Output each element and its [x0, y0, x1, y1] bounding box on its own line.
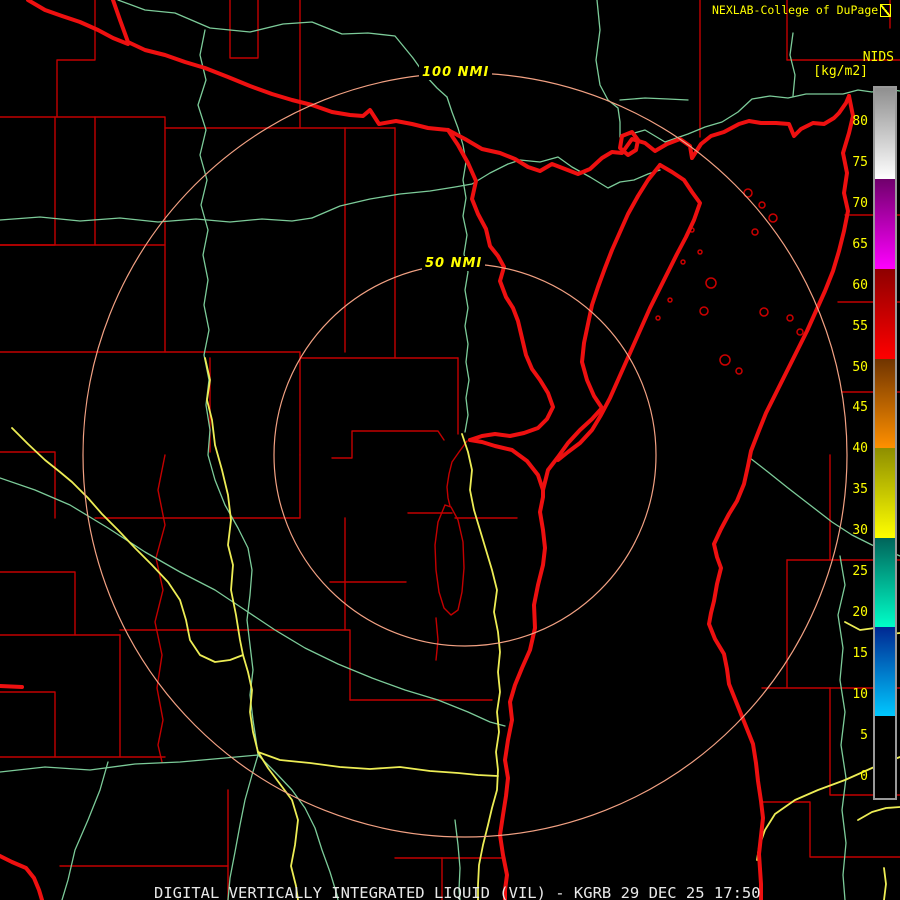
islands-island	[751, 228, 759, 236]
county-borders	[331, 430, 445, 459]
colorbar-tick-label: 45	[852, 400, 868, 416]
colorbar-units: [kg/m2]	[813, 64, 868, 79]
colorbar-segment	[875, 448, 895, 538]
roads-secondary	[595, 0, 621, 138]
county-borders	[0, 571, 76, 636]
islands-island	[699, 306, 709, 316]
islands-island	[768, 213, 778, 223]
range-ring	[82, 72, 848, 838]
islands-island	[719, 354, 731, 366]
colorbar-segment	[875, 179, 895, 269]
islands-island	[697, 249, 703, 255]
colorbar-tick-label: 80	[852, 114, 868, 129]
cod-logo-icon	[880, 4, 891, 17]
vil-colorbar	[873, 86, 897, 800]
roads-secondary	[0, 216, 313, 223]
islands-island	[758, 201, 766, 209]
range-ring-label: 100 NMI	[419, 65, 493, 80]
roads-primary	[461, 433, 501, 900]
roads-primary	[257, 751, 299, 900]
colorbar-tick-label: 75	[852, 154, 868, 170]
roads-secondary	[197, 29, 259, 756]
state-shorelines	[26, 0, 130, 46]
state-shorelines	[0, 684, 24, 689]
range-ring	[273, 263, 657, 647]
islands-island	[759, 307, 769, 317]
islands-island	[796, 328, 804, 336]
colorbar-tick-label: 60	[852, 277, 868, 293]
roads-secondary	[117, 0, 448, 98]
islands-island	[786, 314, 794, 322]
islands-island	[667, 297, 673, 303]
colorbar-tick-label: 10	[852, 686, 868, 702]
islands-island	[705, 277, 717, 289]
county-borders	[434, 504, 465, 616]
colorbar-segment	[875, 359, 895, 448]
colorbar-segment	[875, 716, 895, 798]
roads-primary	[11, 427, 244, 663]
state-shorelines	[468, 438, 545, 492]
colorbar-segment	[875, 538, 895, 627]
state-shorelines	[111, 0, 450, 132]
roads-secondary	[227, 754, 259, 900]
state-shorelines	[498, 488, 547, 900]
colorbar-tick-label: 30	[852, 523, 868, 539]
colorbar-tick-label: 5	[860, 727, 868, 743]
colorbar-tick-label: 55	[852, 318, 868, 334]
roads-secondary	[619, 97, 689, 101]
islands-island	[735, 367, 743, 375]
county-borders	[0, 116, 396, 129]
colorbar-title: NIDS	[862, 50, 894, 65]
roads-primary	[883, 867, 887, 900]
roads-primary	[257, 751, 499, 777]
colorbar-tick-label: 25	[852, 564, 868, 580]
radar-map	[0, 0, 900, 900]
colorbar-tick-label: 40	[852, 441, 868, 457]
state-shorelines	[446, 94, 851, 176]
roads-primary	[857, 806, 900, 821]
colorbar-tick-label: 35	[852, 482, 868, 498]
radar-display: NEXLAB-College of DuPage NIDS [kg/m2] 80…	[0, 0, 900, 900]
colorbar-tick-label: 0	[860, 768, 868, 784]
colorbar-tick-label: 65	[852, 236, 868, 252]
colorbar-tick-label: 50	[852, 359, 868, 375]
colorbar-tick-label: 20	[852, 605, 868, 621]
county-borders	[229, 0, 259, 59]
islands-island	[655, 315, 661, 321]
product-caption: DIGITAL VERTICALLY INTEGRATED LIQUID (VI…	[154, 884, 761, 900]
colorbar-segment	[875, 627, 895, 716]
colorbar-segment	[875, 88, 895, 179]
county-borders	[446, 440, 468, 507]
roads-secondary	[311, 159, 521, 219]
colorbar-tick-label: 15	[852, 646, 868, 662]
county-borders	[0, 351, 459, 359]
islands-island	[680, 259, 686, 265]
range-ring-label: 50 NMI	[422, 256, 486, 271]
roads-secondary	[61, 761, 109, 900]
brand-text: NEXLAB-College of DuPage	[712, 3, 879, 17]
state-shorelines	[0, 854, 44, 900]
county-borders	[154, 454, 166, 763]
county-borders	[0, 116, 56, 246]
county-borders	[119, 629, 351, 701]
county-borders	[435, 617, 439, 661]
colorbar-segment	[875, 269, 895, 359]
county-borders	[0, 691, 56, 758]
colorbar-tick-label: 70	[852, 195, 868, 211]
